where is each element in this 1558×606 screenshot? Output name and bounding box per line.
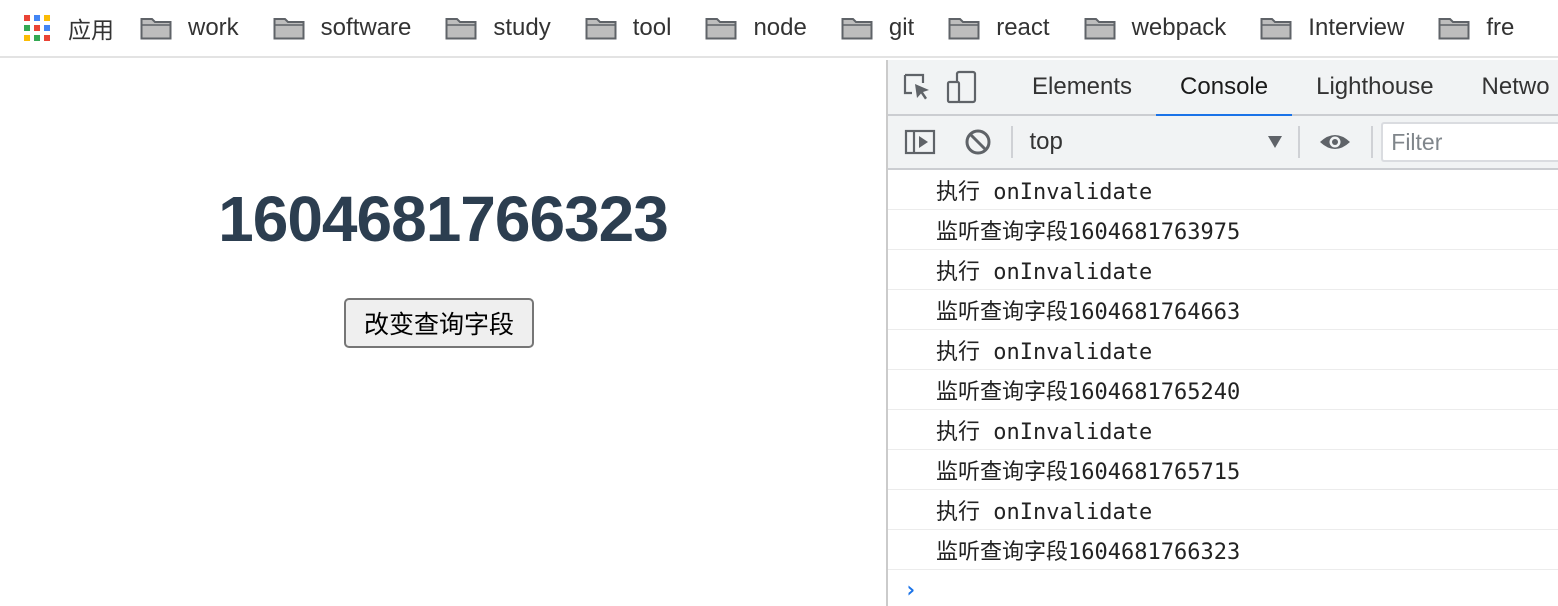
live-expression-eye-icon[interactable] (1318, 124, 1354, 160)
folder-icon (705, 18, 737, 40)
bookmark-folder-item[interactable]: Interview (1260, 14, 1404, 42)
bookmark-folder-item[interactable]: react (948, 14, 1050, 42)
bookmark-folder-label: tool (632, 14, 672, 41)
bookmark-folder-label: software (320, 14, 412, 41)
console-message: 执行 onInvalidate (888, 410, 1558, 450)
console-message: 执行 onInvalidate (888, 490, 1558, 530)
chevron-down-icon (1267, 136, 1282, 148)
bookmark-folder-label: study (493, 14, 551, 41)
console-prompt[interactable]: › (888, 570, 1558, 606)
bookmark-apps-label: 应用 (68, 17, 114, 43)
console-filter-input[interactable]: Filter (1381, 122, 1558, 162)
console-message-list: 执行 onInvalidate 监听查询字段1604681763975 执行 onI… (888, 170, 1558, 570)
bookmark-folder-list: work software study tool node git react webpack… (140, 14, 1548, 42)
bookmark-folder-label: work (188, 14, 239, 41)
bookmark-folder-item[interactable]: study (445, 14, 551, 42)
bookmark-folder-item[interactable]: node (705, 14, 807, 42)
console-message: 监听查询字段1604681763975 (888, 210, 1558, 250)
bookmark-folder-item[interactable]: git (841, 14, 914, 42)
toolbar-separator (1371, 126, 1374, 158)
bookmarks-bar: 应用 work software study tool node git react webp… (0, 0, 1558, 58)
console-message: 执行 onInvalidate (888, 250, 1558, 290)
folder-icon (585, 18, 617, 40)
toolbar-separator (1297, 126, 1300, 158)
folder-icon (140, 18, 172, 40)
prompt-chevron-icon: › (904, 577, 918, 603)
console-toolbar: top Filter (888, 116, 1558, 170)
bookmark-folder-label: node (753, 14, 807, 41)
console-message: 执行 onInvalidate (888, 330, 1558, 370)
apps-grid-icon (24, 15, 50, 41)
devtools-tab[interactable]: Netwo (1458, 60, 1558, 115)
console-output: 执行 onInvalidate 监听查询字段1604681763975 执行 onI… (888, 170, 1558, 606)
bookmark-folder-item[interactable]: work (140, 14, 239, 42)
change-query-field-button[interactable]: 改变查询字段 (344, 298, 534, 348)
console-message: 监听查询字段1604681765715 (888, 450, 1558, 490)
bookmark-folder-label: react (996, 14, 1050, 41)
console-message: 监听查询字段1604681766323 (888, 530, 1558, 570)
bookmark-apps[interactable]: 应用 (24, 11, 114, 45)
folder-icon (273, 18, 305, 40)
context-selector[interactable]: top (1013, 115, 1297, 169)
bookmark-folder-item[interactable]: tool (585, 14, 672, 42)
device-toolbar-icon[interactable] (946, 69, 978, 105)
show-sidebar-icon[interactable] (902, 124, 938, 160)
folder-icon (1438, 18, 1470, 40)
folder-icon (841, 18, 873, 40)
query-field-value: 1604681766323 (218, 183, 669, 255)
folder-icon (1260, 18, 1292, 40)
folder-icon (1084, 18, 1116, 40)
bookmark-folder-label: Interview (1308, 14, 1405, 41)
context-value: top (1029, 128, 1063, 155)
bookmark-folder-label: fre (1486, 14, 1515, 41)
folder-icon (948, 18, 980, 40)
console-message: 监听查询字段1604681765240 (888, 370, 1558, 410)
devtools-tabs: Elements Console Lighthouse Netwo (1008, 60, 1558, 117)
bookmark-folder-item[interactable]: fre (1438, 14, 1514, 42)
clear-console-icon[interactable] (960, 124, 996, 160)
bookmark-folder-label: webpack (1131, 14, 1227, 41)
bookmark-folder-item[interactable]: software (273, 14, 412, 42)
bookmark-folder-item[interactable]: webpack (1084, 14, 1227, 42)
inspect-element-icon[interactable] (902, 69, 932, 105)
devtools-tab[interactable]: Console (1156, 60, 1293, 117)
bookmark-folder-label: git (888, 14, 915, 41)
devtools-tab[interactable]: Lighthouse (1292, 60, 1457, 115)
devtools-tab-bar: Elements Console Lighthouse Netwo (888, 60, 1558, 117)
folder-icon (445, 18, 477, 40)
devtools-panel: Elements Console Lighthouse Netwo top Fi… (886, 60, 1558, 606)
console-message: 执行 onInvalidate (888, 170, 1558, 210)
page-content: 1604681766323 改变查询字段 (0, 60, 886, 606)
console-message: 监听查询字段1604681764663 (888, 290, 1558, 330)
devtools-tab[interactable]: Elements (1008, 60, 1156, 115)
